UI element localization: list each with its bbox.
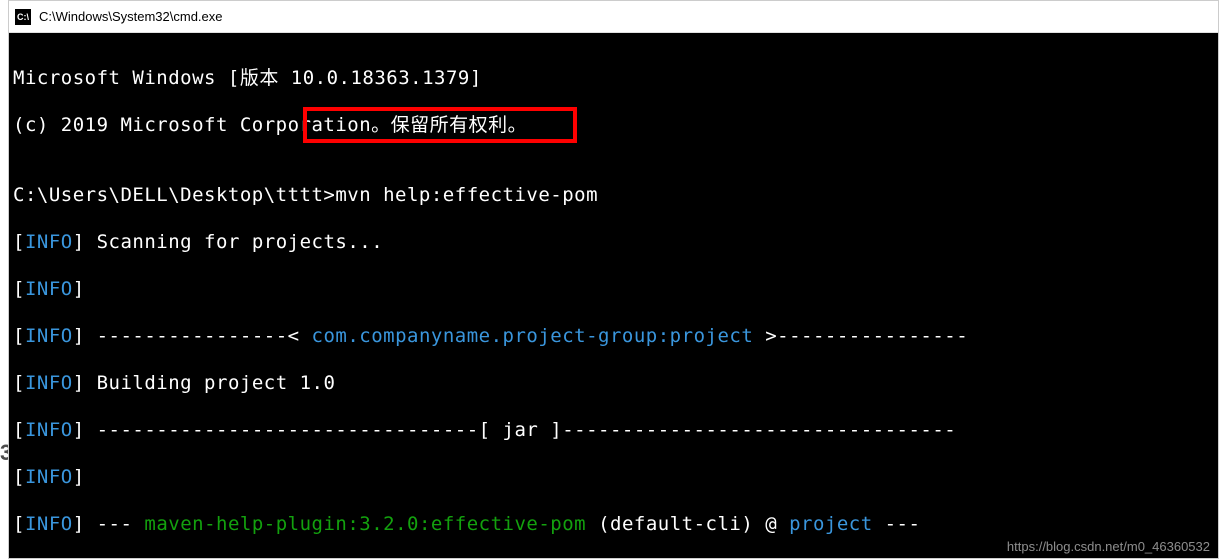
plugin-goal: maven-help-plugin:3.2.0:effective-pom: [144, 513, 586, 535]
terminal-line: [INFO] ----------------< com.companyname…: [13, 325, 1214, 349]
terminal-line: [INFO] Scanning for projects...: [13, 231, 1214, 255]
terminal-line: (c) 2019 Microsoft Corporation。保留所有权利。: [13, 114, 1214, 138]
command-text: mvn help:effective-pom: [335, 184, 598, 206]
terminal-line: Microsoft Windows [版本 10.0.18363.1379]: [13, 67, 1214, 91]
cmd-icon: C:\: [15, 9, 31, 25]
info-tag: INFO: [25, 513, 73, 535]
terminal-line: [INFO]: [13, 278, 1214, 302]
terminal-line: C:\Users\DELL\Desktop\tttt>mvn help:effe…: [13, 184, 1214, 208]
terminal-line: [INFO] Building project 1.0: [13, 372, 1214, 396]
terminal-line: [INFO]: [13, 466, 1214, 490]
info-tag: INFO: [25, 278, 73, 300]
info-tag: INFO: [25, 325, 73, 347]
cmd-window: C:\ C:\Windows\System32\cmd.exe Microsof…: [8, 0, 1219, 559]
info-tag: INFO: [25, 231, 73, 253]
titlebar[interactable]: C:\ C:\Windows\System32\cmd.exe: [9, 1, 1218, 33]
info-tag: INFO: [25, 419, 73, 441]
prompt: C:\Users\DELL\Desktop\tttt>: [13, 184, 335, 206]
watermark-text: https://blog.csdn.net/m0_46360532: [1007, 539, 1210, 554]
window-title: C:\Windows\System32\cmd.exe: [39, 9, 223, 24]
terminal-output[interactable]: Microsoft Windows [版本 10.0.18363.1379] (…: [9, 33, 1218, 558]
project-coords: com.companyname.project-group:project: [312, 325, 754, 347]
terminal-line: [INFO] --- maven-help-plugin:3.2.0:effec…: [13, 513, 1214, 537]
info-tag: INFO: [25, 372, 73, 394]
terminal-line: [INFO] --------------------------------[…: [13, 419, 1214, 443]
project-name: project: [789, 513, 873, 535]
info-tag: INFO: [25, 466, 73, 488]
